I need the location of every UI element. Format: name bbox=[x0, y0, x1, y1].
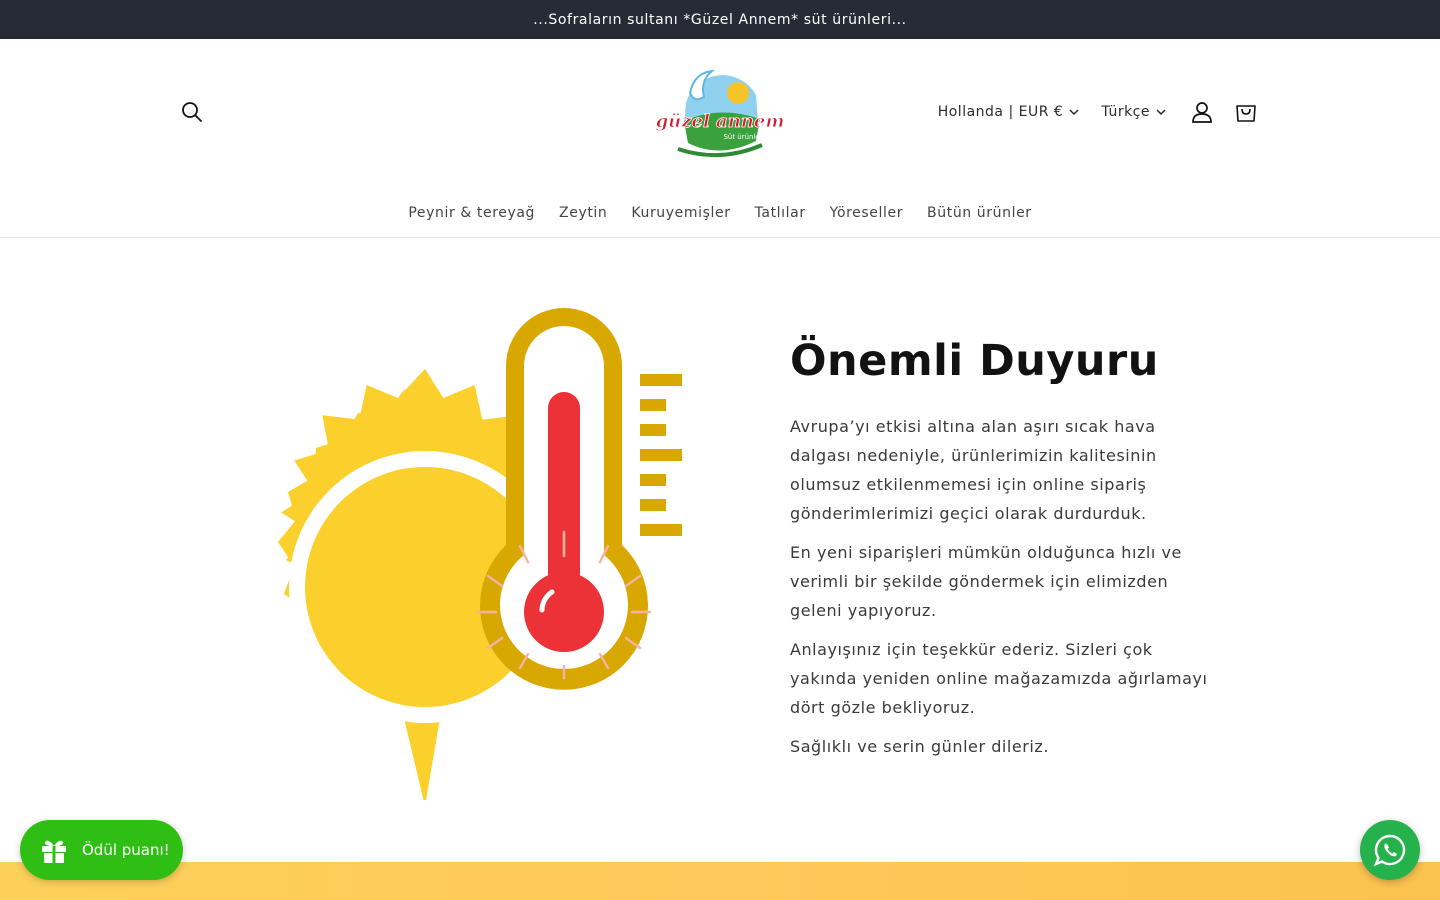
announcement-paragraph: En yeni siparişleri mümkün olduğunca hız… bbox=[790, 543, 1182, 620]
announcement-content: Önemli Duyuru Avrupa’yı etkisi altına al… bbox=[790, 336, 1210, 771]
country-selector[interactable]: Hollanda | EUR € bbox=[934, 104, 1084, 120]
announcement-bar: ...Sofraların sultanı *Güzel Annem* süt … bbox=[0, 0, 1440, 39]
nav-item-all-products[interactable]: Bütün ürünler bbox=[915, 205, 1044, 221]
nav-item-regional[interactable]: Yöreseller bbox=[818, 205, 915, 221]
chevron-down-icon bbox=[1069, 109, 1079, 115]
main-nav: Peynir & tereyağ Zeytin Kuruyemişler Tat… bbox=[0, 205, 1440, 221]
announcement-paragraph: Avrupa’yı etkisi altına alan aşırı sıcak… bbox=[790, 417, 1157, 523]
yellow-banner bbox=[0, 862, 1440, 900]
heat-illustration bbox=[220, 300, 690, 807]
account-button[interactable] bbox=[1180, 95, 1224, 129]
nav-item-cheese-butter[interactable]: Peynir & tereyağ bbox=[396, 205, 547, 221]
chevron-down-icon bbox=[1156, 109, 1166, 115]
nav-item-nuts[interactable]: Kuruyemişler bbox=[619, 205, 742, 221]
announcement-text: ...Sofraların sultanı *Güzel Annem* süt … bbox=[533, 11, 907, 28]
header-actions: Hollanda | EUR € Türkçe bbox=[934, 95, 1268, 129]
search-icon bbox=[182, 102, 202, 122]
rewards-label: Ödül puanı! bbox=[82, 841, 170, 859]
whatsapp-icon bbox=[1373, 834, 1406, 867]
nav-item-olives[interactable]: Zeytin bbox=[547, 205, 619, 221]
logo-tagline: Süt ürünleri bbox=[723, 133, 764, 141]
logo-graphic: güzel annem Süt ürünleri bbox=[655, 69, 785, 158]
nav-item-desserts[interactable]: Tatlılar bbox=[743, 205, 818, 221]
thermometer-icon bbox=[476, 308, 682, 690]
site-logo[interactable]: güzel annem Süt ürünleri bbox=[650, 63, 790, 163]
account-icon bbox=[1192, 102, 1212, 123]
language-selector-label: Türkçe bbox=[1101, 104, 1150, 120]
announcement-paragraph: Sağlıklı ve serin günler dileriz. bbox=[790, 737, 1050, 756]
announcement-paragraph: Anlayışınız için teşekkür ederiz. Sizler… bbox=[790, 640, 1208, 717]
search-button[interactable] bbox=[176, 96, 208, 128]
gift-icon bbox=[40, 836, 68, 864]
site-header: güzel annem Süt ürünleri Hollanda | EUR … bbox=[0, 39, 1440, 238]
whatsapp-button[interactable] bbox=[1360, 820, 1420, 880]
cart-button[interactable] bbox=[1224, 95, 1268, 129]
cart-icon bbox=[1236, 105, 1256, 122]
page-title: Önemli Duyuru bbox=[790, 336, 1159, 386]
country-selector-label: Hollanda | EUR € bbox=[937, 104, 1064, 120]
language-selector[interactable]: Türkçe bbox=[1097, 104, 1170, 120]
rewards-button[interactable]: Ödül puanı! bbox=[20, 820, 183, 880]
logo-brand-text: güzel annem bbox=[656, 111, 785, 132]
